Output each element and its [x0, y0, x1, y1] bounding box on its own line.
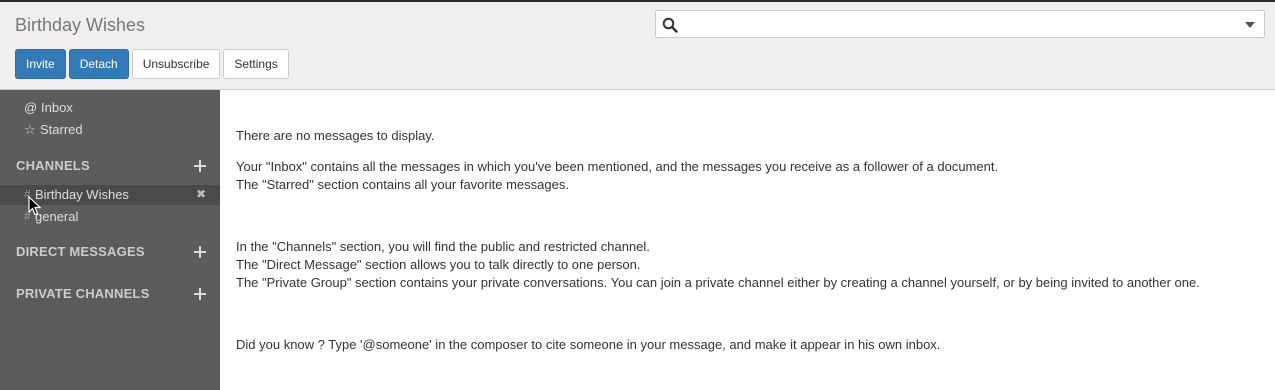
tip-text: Did you know ? Type '@someone' in the co… [236, 337, 941, 352]
sidebar-item-label: Starred [40, 122, 83, 137]
add-direct-message-icon[interactable] [194, 246, 206, 258]
star-icon: ☆ [24, 122, 36, 137]
add-private-channel-icon[interactable] [194, 288, 206, 300]
mouse-cursor-icon [28, 196, 42, 216]
invite-button[interactable]: Invite [15, 49, 66, 79]
button-toolbar: Invite Detach Unsubscribe Settings [15, 49, 289, 79]
help-text-starred: The "Starred" section contains all your … [236, 177, 569, 192]
page-title: Birthday Wishes [15, 15, 146, 35]
empty-message-text: There are no messages to display. [236, 128, 435, 143]
sidebar-item-label: Inbox [41, 100, 73, 115]
sidebar-item-starred[interactable]: ☆ Starred [24, 120, 83, 140]
private-channels-header: PRIVATE CHANNELS [16, 286, 150, 301]
close-icon[interactable]: ✖ [196, 187, 206, 201]
help-text-channels: In the "Channels" section, you will find… [236, 239, 650, 254]
sidebar: @ Inbox ☆ Starred CHANNELS # Birthday Wi… [0, 90, 220, 390]
help-text-inbox: Your "Inbox" contains all the messages i… [236, 159, 999, 174]
detach-button[interactable]: Detach [68, 49, 129, 79]
sidebar-item-inbox[interactable]: @ Inbox [24, 98, 73, 118]
message-thread: There are no messages to display. Your "… [220, 90, 1275, 390]
direct-messages-header: DIRECT MESSAGES [16, 244, 145, 259]
search-icon [662, 17, 678, 33]
search-input[interactable] [655, 10, 1265, 38]
help-text-private-group: The "Private Group" section contains you… [236, 275, 1200, 290]
at-icon: @ [24, 100, 38, 115]
unsubscribe-button[interactable]: Unsubscribe [131, 49, 221, 79]
settings-button[interactable]: Settings [223, 49, 289, 79]
channel-name: Birthday Wishes [35, 187, 129, 202]
control-panel: Birthday Wishes Invite Detach Unsubscrib… [0, 2, 1275, 90]
chevron-down-icon[interactable] [1245, 22, 1255, 28]
help-text-direct-messages: The "Direct Message" section allows you … [236, 257, 641, 272]
add-channel-icon[interactable] [194, 160, 206, 172]
channels-header: CHANNELS [16, 158, 90, 173]
